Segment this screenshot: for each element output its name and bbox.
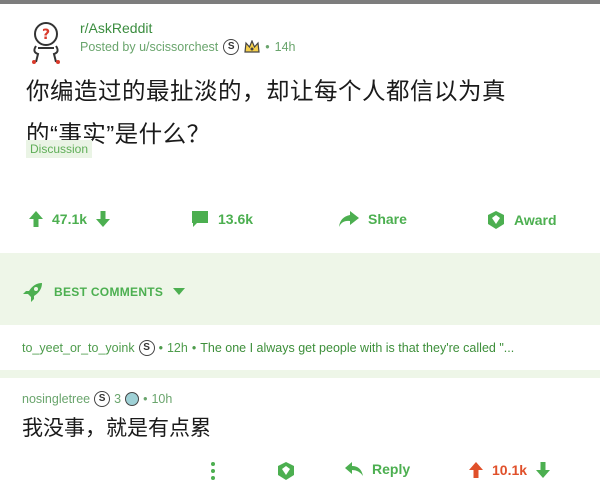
badge-count: 3 <box>114 392 122 406</box>
comment-preview-text: The one I always get people with is that… <box>200 341 515 355</box>
coin-award-icon <box>125 392 140 406</box>
post-title[interactable]: 你编造过的最扯淡的，却让每个人都信以为真 的“事实”是什么？ <box>26 70 586 156</box>
award-label: Award <box>514 212 557 228</box>
comment-action-bar: Reply 10.1k <box>0 458 600 488</box>
comment-divider <box>0 370 600 378</box>
award-icon <box>488 211 504 229</box>
crown-award-icon <box>244 40 260 53</box>
rocket-icon <box>23 283 42 302</box>
post-age: 14h <box>274 40 296 54</box>
comment-count: 13.6k <box>218 211 254 227</box>
post-title-line-1: 你编造过的最扯淡的，却让每个人都信以为真 <box>26 78 506 104</box>
subreddit-avatar-icon[interactable]: ? <box>22 18 70 66</box>
comment-vote-group: 10.1k <box>468 461 551 479</box>
award-icon <box>278 462 294 480</box>
s-badge-icon: S <box>94 391 111 407</box>
post-flair[interactable]: Discussion <box>26 140 93 158</box>
comment-score: 10.1k <box>492 462 528 478</box>
posted-by-user[interactable]: Posted by u/scissorchest <box>80 40 218 54</box>
post-action-bar: 47.1k 13.6k Share Award <box>0 204 600 236</box>
s-badge-icon: S <box>223 39 240 55</box>
best-comments-band: BEST COMMENTS <box>0 253 600 325</box>
comments-button[interactable]: 13.6k <box>190 210 253 228</box>
svg-text:?: ? <box>42 27 50 43</box>
downvote-arrow-icon[interactable] <box>95 210 111 228</box>
sort-best-comments[interactable]: BEST COMMENTS <box>22 281 186 303</box>
comment-age: 12h <box>166 341 188 355</box>
reply-button[interactable]: Reply <box>344 461 410 477</box>
comment-age: 10h <box>151 392 173 406</box>
share-button[interactable]: Share <box>338 210 407 228</box>
comment-author[interactable]: to_yeet_or_to_yoink <box>22 341 135 355</box>
downvote-arrow-icon[interactable] <box>535 461 551 479</box>
post-vote-group: 47.1k <box>28 210 111 228</box>
post-header: ? r/AskReddit Posted by u/scissorchest S… <box>22 18 296 66</box>
comment-award-button[interactable] <box>276 461 296 481</box>
share-label: Share <box>368 211 407 227</box>
more-options-button[interactable] <box>210 461 216 481</box>
award-button[interactable]: Award <box>486 210 557 230</box>
chevron-down-icon <box>173 288 186 295</box>
upvote-arrow-active-icon[interactable] <box>468 461 484 479</box>
s-badge-icon: S <box>138 340 155 356</box>
upvote-arrow-icon[interactable] <box>28 210 44 228</box>
posted-by-line: Posted by u/scissorchest S • 14h <box>80 39 296 55</box>
comment-header: nosingletree S 3 • 10h <box>22 391 173 407</box>
comment-preview-row[interactable]: to_yeet_or_to_yoink S • 12h • The one I … <box>22 340 514 356</box>
best-comments-label: BEST COMMENTS <box>54 285 164 299</box>
post-title-line-2: 的“事实”是什么？ <box>26 121 211 147</box>
reply-label: Reply <box>372 461 411 477</box>
share-arrow-icon <box>339 211 359 227</box>
subreddit-name[interactable]: r/AskReddit <box>80 20 296 36</box>
comment-author[interactable]: nosingletree <box>22 392 90 406</box>
comment-body: 我没事，就是有点累 <box>22 417 211 440</box>
comment-bubble-icon <box>192 211 208 227</box>
reply-arrow-icon <box>345 462 363 476</box>
more-vertical-icon <box>211 462 215 480</box>
post-score: 47.1k <box>52 211 88 227</box>
top-edge-bar <box>0 0 600 4</box>
